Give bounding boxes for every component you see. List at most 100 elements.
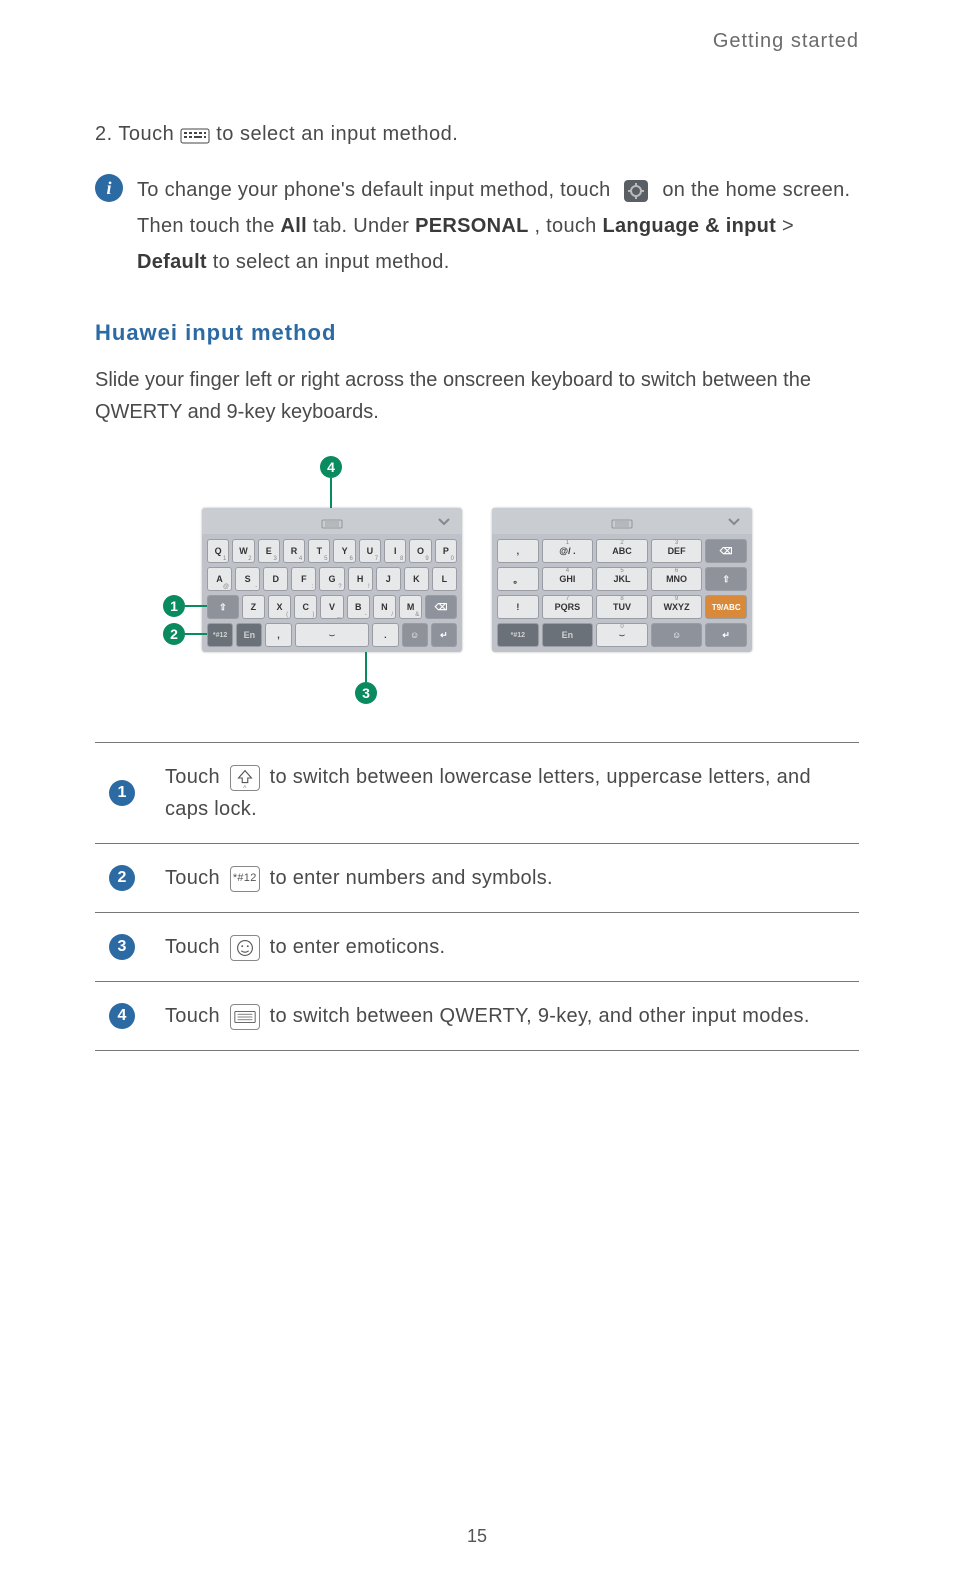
key-z: Z bbox=[242, 595, 265, 619]
key-excl: ! bbox=[497, 595, 539, 619]
key-sub: 1 bbox=[566, 540, 569, 562]
key-sub: 7 bbox=[375, 556, 378, 562]
key-sub: ) bbox=[312, 612, 314, 618]
key-shift: ⇧ bbox=[705, 567, 747, 591]
legend-pre: Touch bbox=[165, 766, 226, 788]
key-sub: 5 bbox=[620, 568, 623, 590]
key-label: M bbox=[407, 602, 415, 612]
emoticon-icon bbox=[230, 935, 260, 961]
key-sub: 2 bbox=[620, 540, 623, 562]
key-symbols: *#12 bbox=[207, 623, 233, 647]
key-label: S bbox=[245, 574, 251, 584]
key-3: DEF3 bbox=[651, 539, 703, 563]
keyboard-switch-icon bbox=[320, 516, 344, 526]
key-label: G bbox=[328, 574, 335, 584]
key-w: W2 bbox=[232, 539, 254, 563]
key-space: ⌣ bbox=[295, 623, 370, 647]
legend-pre: Touch bbox=[165, 936, 226, 958]
key-v: V_ bbox=[320, 595, 343, 619]
legend-row-1: 1 Touch A to switch between lowercase le… bbox=[95, 742, 859, 843]
legend-num-2: 2 bbox=[109, 865, 135, 891]
key-e: E3 bbox=[258, 539, 280, 563]
legend-row-4: 4 Touch to switch between QWERTY, 9-key,… bbox=[95, 981, 859, 1051]
key-label: V bbox=[329, 602, 335, 612]
key-j: J bbox=[376, 567, 401, 591]
key-0: ⌣0 bbox=[596, 623, 648, 647]
kb-row-4: *#12 En ⌣0 ☺ ↵ bbox=[497, 623, 747, 647]
key-sub: 6 bbox=[349, 556, 352, 562]
shift-icon: A bbox=[230, 765, 260, 791]
key-label: H bbox=[357, 574, 364, 584]
key-label: C bbox=[303, 602, 310, 612]
callout-3-marker: 3 bbox=[355, 682, 377, 704]
key-o: O9 bbox=[409, 539, 431, 563]
key-i: I8 bbox=[384, 539, 406, 563]
info-personal: PERSONAL bbox=[415, 215, 529, 237]
key-label: K bbox=[413, 574, 420, 584]
key-l: L bbox=[432, 567, 457, 591]
key-u: U7 bbox=[359, 539, 381, 563]
key-enter: ↵ bbox=[431, 623, 457, 647]
key-sub: @ bbox=[223, 584, 229, 590]
key-sub: 9 bbox=[425, 556, 428, 562]
key-f: F: bbox=[291, 567, 316, 591]
callout-1-marker: 1 bbox=[163, 595, 185, 617]
key-comma: , bbox=[265, 623, 291, 647]
key-5: JKL5 bbox=[596, 567, 648, 591]
step2-prefix: 2. Touch bbox=[95, 118, 174, 150]
key-sub: 7 bbox=[566, 596, 569, 618]
key-emoji: ☺ bbox=[651, 623, 703, 647]
legend-text-2: Touch *#12 to enter numbers and symbols. bbox=[165, 862, 553, 894]
qwerty-keyboard: Q1 W2 E3 R4 T5 Y6 U7 I8 O9 P0 A@ S- D F:… bbox=[202, 508, 462, 652]
key-sub: 3 bbox=[675, 540, 678, 562]
callout-2-marker: 2 bbox=[163, 623, 185, 645]
info-p4: , touch bbox=[534, 215, 602, 237]
key-label: X bbox=[277, 602, 283, 612]
legend-text-4: Touch to switch between QWERTY, 9-key, a… bbox=[165, 1000, 810, 1032]
kb-row-1: Q1 W2 E3 R4 T5 Y6 U7 I8 O9 P0 bbox=[207, 539, 457, 563]
ninekey-keyboard: , @/ .1 ABC2 DEF3 ⌫ 。 GHI4 JKL5 MNO6 ⇧ !… bbox=[492, 508, 752, 652]
key-symbols: *#12 bbox=[497, 623, 539, 647]
info-icon: i bbox=[95, 174, 123, 202]
key-4: GHI4 bbox=[542, 567, 594, 591]
key-sub: 2 bbox=[248, 556, 251, 562]
key-h: H! bbox=[348, 567, 373, 591]
key-punct: 。 bbox=[497, 567, 539, 591]
chevron-down-icon bbox=[434, 511, 454, 531]
key-label: Z bbox=[251, 602, 257, 612]
info-text: To change your phone's default input met… bbox=[137, 172, 859, 280]
key-y: Y6 bbox=[333, 539, 355, 563]
key-label: D bbox=[273, 574, 280, 584]
key-label: L bbox=[442, 574, 448, 584]
key-label: F bbox=[301, 574, 307, 584]
keyboard-switch-icon bbox=[610, 516, 634, 526]
kb-row-2: A@ S- D F: G? H! J K L bbox=[207, 567, 457, 591]
keyboard-icon bbox=[180, 124, 210, 144]
legend-post: to switch between QWERTY, 9-key, and oth… bbox=[270, 1005, 810, 1027]
key-2: ABC2 bbox=[596, 539, 648, 563]
legend-pre: Touch bbox=[165, 867, 226, 889]
legend-num-4: 4 bbox=[109, 1003, 135, 1029]
key-enter: ↵ bbox=[705, 623, 747, 647]
symbols-icon: *#12 bbox=[230, 866, 260, 892]
key-label: Y bbox=[342, 546, 348, 556]
key-7: PQRS7 bbox=[542, 595, 594, 619]
key-comma: , bbox=[497, 539, 539, 563]
key-label: I bbox=[394, 546, 397, 556]
key-q: Q1 bbox=[207, 539, 229, 563]
key-sub: - bbox=[255, 584, 257, 590]
key-label: N bbox=[381, 602, 388, 612]
key-d: D bbox=[263, 567, 288, 591]
key-sub: 5 bbox=[324, 556, 327, 562]
key-label: B bbox=[355, 602, 362, 612]
section-heading: Huawei input method bbox=[95, 320, 859, 346]
key-label: U bbox=[367, 546, 374, 556]
key-sub: 1 bbox=[223, 556, 226, 562]
kb-topbar bbox=[202, 508, 462, 534]
key-a: A@ bbox=[207, 567, 232, 591]
page-header: Getting started bbox=[95, 30, 859, 53]
callout-3-line bbox=[365, 652, 367, 682]
kb-row-3: ⇧ Z X( C) V_ B- N/ M& ⌫ bbox=[207, 595, 457, 619]
info-p1: To change your phone's default input met… bbox=[137, 179, 616, 201]
key-dot: . bbox=[372, 623, 398, 647]
